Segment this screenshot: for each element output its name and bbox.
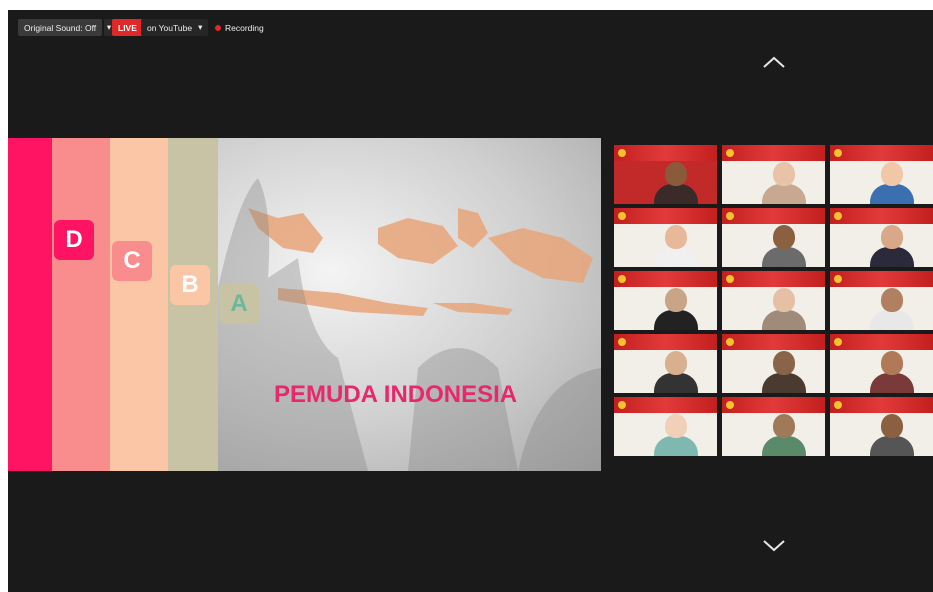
participant-avatar	[881, 414, 903, 438]
emblem-icon	[618, 275, 626, 283]
emblem-icon	[726, 401, 734, 409]
tile-banner	[614, 334, 717, 350]
participant-avatar	[665, 351, 687, 375]
tile-banner	[830, 334, 933, 350]
recording-indicator: Recording	[215, 19, 264, 36]
participant-tile[interactable]	[722, 334, 825, 393]
participant-gallery	[614, 145, 933, 456]
emblem-icon	[618, 338, 626, 346]
participant-tile[interactable]	[722, 145, 825, 204]
emblem-icon	[726, 338, 734, 346]
participant-tile[interactable]	[722, 208, 825, 267]
participant-tile[interactable]	[614, 208, 717, 267]
emblem-icon	[618, 401, 626, 409]
emblem-icon	[726, 212, 734, 220]
participant-tile[interactable]	[830, 397, 933, 456]
participant-tile[interactable]	[614, 271, 717, 330]
tab-b: B	[170, 265, 210, 305]
gallery-up-chevron-icon[interactable]	[763, 56, 785, 72]
tile-banner	[614, 145, 717, 161]
tile-banner	[722, 271, 825, 287]
slide-title: PEMUDA INDONESIA	[274, 381, 518, 408]
recording-dot-icon	[215, 24, 221, 31]
participant-avatar	[773, 225, 795, 249]
tile-banner	[614, 208, 717, 224]
tab-d: D	[54, 220, 94, 260]
tab-c: C	[112, 241, 152, 281]
tile-banner	[722, 145, 825, 161]
gallery-down-chevron-icon[interactable]	[763, 540, 785, 556]
tile-banner	[614, 271, 717, 287]
stripe-pink	[8, 138, 52, 471]
tile-banner	[830, 397, 933, 413]
participant-tile[interactable]	[722, 271, 825, 330]
participant-tile[interactable]	[830, 271, 933, 330]
crowd-background	[218, 138, 601, 471]
tile-banner	[830, 208, 933, 224]
emblem-icon	[834, 212, 842, 220]
emblem-icon	[618, 212, 626, 220]
participant-tile[interactable]	[830, 334, 933, 393]
participant-avatar	[881, 351, 903, 375]
live-target-dropdown[interactable]: on YouTube ▾	[141, 19, 209, 36]
emblem-icon	[726, 275, 734, 283]
participant-tile[interactable]	[614, 397, 717, 456]
original-sound-label: Original Sound: Off	[24, 22, 97, 33]
tile-banner	[722, 334, 825, 350]
participant-tile[interactable]	[830, 208, 933, 267]
tab-a: A	[219, 284, 259, 324]
emblem-icon	[834, 401, 842, 409]
participant-tile[interactable]	[722, 397, 825, 456]
tile-banner	[722, 208, 825, 224]
participant-avatar	[665, 414, 687, 438]
participant-avatar	[773, 351, 795, 375]
participant-tile[interactable]	[830, 145, 933, 204]
tile-banner	[722, 397, 825, 413]
original-sound-button[interactable]: Original Sound: Off	[18, 19, 103, 36]
participant-avatar	[881, 162, 903, 186]
caret-down-icon: ▾	[198, 22, 203, 32]
participant-avatar	[665, 225, 687, 249]
tile-banner	[830, 271, 933, 287]
tile-banner	[830, 145, 933, 161]
participant-avatar	[881, 225, 903, 249]
participant-tile[interactable]	[614, 145, 717, 204]
live-badge-label: LIVE	[118, 22, 137, 33]
participant-tile[interactable]	[614, 334, 717, 393]
live-target-label: on YouTube	[147, 22, 193, 33]
participant-avatar	[665, 162, 687, 186]
participant-avatar	[773, 162, 795, 186]
participant-avatar	[773, 414, 795, 438]
emblem-icon	[618, 149, 626, 157]
participant-avatar	[881, 288, 903, 312]
tile-banner	[614, 397, 717, 413]
stripe-salmon	[52, 138, 110, 471]
emblem-icon	[726, 149, 734, 157]
shared-screen: D C B A PEMUDA INDONESIA	[8, 138, 601, 471]
caret-down-icon: ▾	[106, 22, 112, 32]
recording-label: Recording	[225, 22, 264, 33]
participant-avatar	[665, 288, 687, 312]
stripe-peach	[110, 138, 168, 471]
participant-avatar	[773, 288, 795, 312]
meeting-window: Original Sound: Off ▾ LIVE on YouTube ▾ …	[8, 10, 933, 592]
emblem-icon	[834, 149, 842, 157]
live-badge[interactable]: LIVE	[112, 19, 143, 36]
emblem-icon	[834, 275, 842, 283]
emblem-icon	[834, 338, 842, 346]
